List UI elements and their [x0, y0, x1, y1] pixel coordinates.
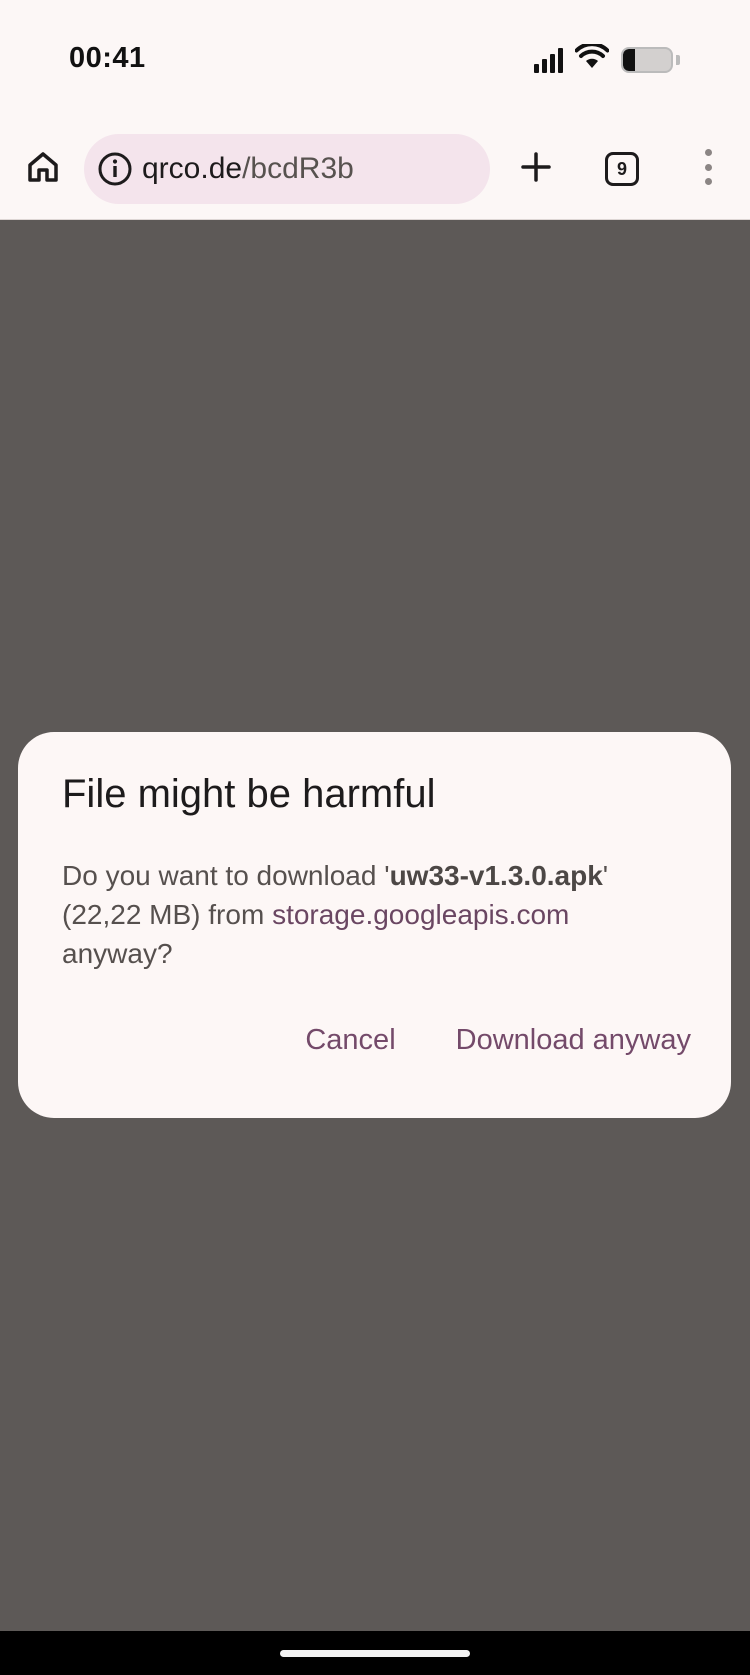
status-bar: 00:41	[0, 0, 750, 118]
url-bar[interactable]: qrco.de/bcdR3b	[84, 134, 490, 204]
plus-icon	[521, 152, 551, 182]
dialog-actions: Cancel Download anyway	[305, 1024, 691, 1057]
info-icon[interactable]	[96, 150, 134, 188]
battery-fill	[623, 48, 635, 71]
home-button[interactable]	[22, 146, 64, 188]
wifi-icon	[574, 42, 610, 75]
dialog-host: storage.googleapis.com	[272, 899, 570, 930]
url-host: qrco.de	[142, 152, 243, 185]
browser-toolbar: qrco.de/bcdR3b 9	[0, 118, 750, 220]
home-indicator[interactable]	[280, 1650, 470, 1657]
tab-count: 9	[616, 158, 627, 179]
new-tab-button[interactable]	[515, 146, 557, 188]
dialog-title: File might be harmful	[62, 772, 436, 816]
dialog-filename: uw33-v1.3.0.apk	[389, 860, 603, 891]
download-anyway-button[interactable]: Download anyway	[456, 1024, 691, 1057]
dialog-message: Do you want to download 'uw33-v1.3.0.apk…	[62, 856, 682, 973]
cancel-button[interactable]: Cancel	[305, 1024, 395, 1057]
dialog-message-prefix: Do you want to download '	[62, 860, 390, 891]
signal-icon	[534, 47, 563, 73]
status-icons	[534, 42, 680, 75]
home-icon	[28, 152, 58, 182]
status-time: 00:41	[69, 42, 146, 74]
more-vert-icon[interactable]	[690, 146, 726, 188]
url-path: /bcdR3b	[242, 152, 354, 185]
battery-icon	[621, 46, 673, 73]
battery-cap	[676, 54, 680, 65]
dialog-message-suffix: anyway?	[62, 938, 173, 969]
system-nav-bar	[0, 1631, 750, 1675]
harmful-file-dialog: File might be harmful Do you want to dow…	[18, 732, 731, 1118]
tab-switcher-button[interactable]: 9	[605, 152, 639, 186]
screen: 00:41 qrco.de/bcdR3b 9 File might be har…	[0, 0, 750, 1675]
url-text: qrco.de/bcdR3b	[142, 152, 354, 186]
